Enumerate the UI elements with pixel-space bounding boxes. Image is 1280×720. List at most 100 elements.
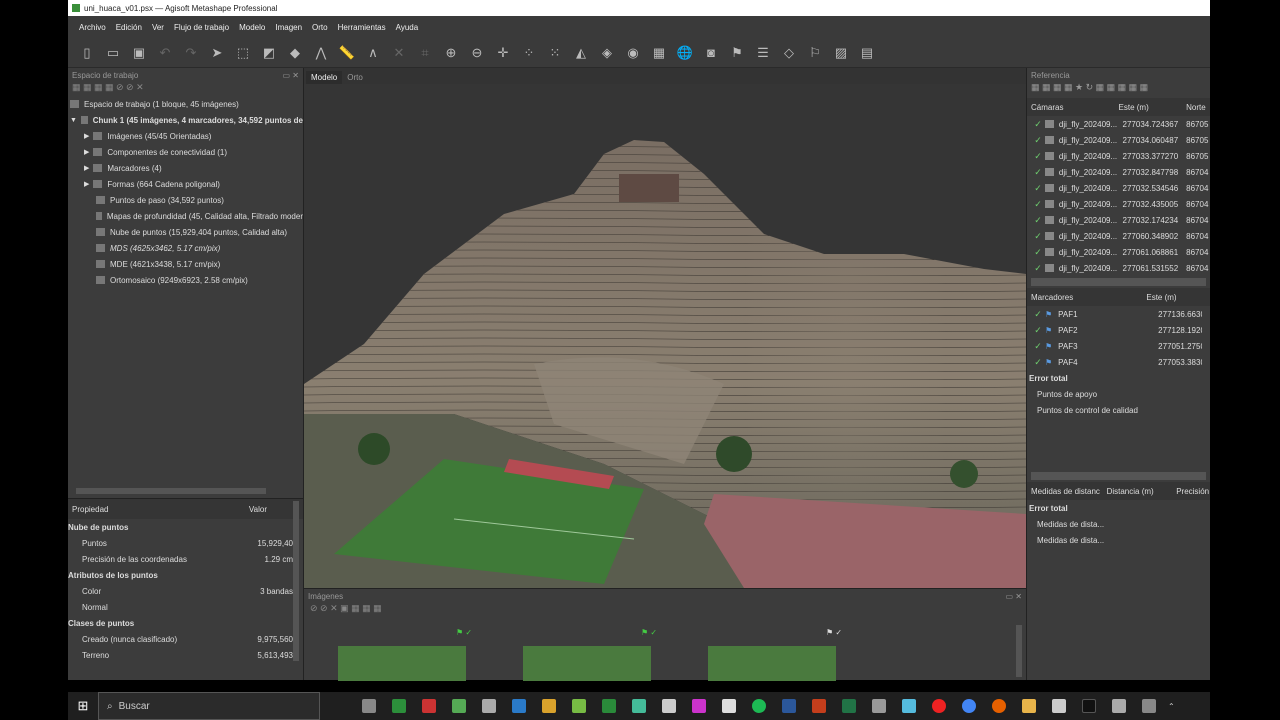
image-thumbnail[interactable] <box>523 646 651 681</box>
ruler-icon[interactable]: 📏 <box>338 44 356 62</box>
tree-item-componentes[interactable]: ▶ Componentes de conectividad (1) <box>70 144 303 160</box>
col-marcadores[interactable]: Marcadores <box>1027 293 1146 302</box>
markers-scrollbar[interactable] <box>1031 472 1206 480</box>
menu-edicion[interactable]: Edición <box>116 23 142 32</box>
camera-icon[interactable]: ◙ <box>702 44 720 62</box>
property-row[interactable]: Terreno 5,613,493 <box>68 647 303 663</box>
menu-imagen[interactable]: Imagen <box>275 23 302 32</box>
windows-start-icon[interactable]: ⊞ <box>68 698 98 714</box>
col-distancia[interactable]: Distancia (m) <box>1107 487 1177 496</box>
line-tool-icon[interactable]: ∧ <box>364 44 382 62</box>
check-icon[interactable]: ✓ <box>1031 135 1045 146</box>
property-row[interactable]: Atributos de los puntos <box>68 567 303 583</box>
tab-orto[interactable]: Orto <box>342 71 368 84</box>
app-icon[interactable] <box>1142 699 1156 713</box>
opera-icon[interactable] <box>932 699 946 713</box>
tree-item-puntos-de-paso[interactable]: Puntos de paso (34,592 puntos) <box>70 192 303 208</box>
camera-row[interactable]: ✓ dji_fly_202409... 277061.531552 86704 <box>1027 260 1210 276</box>
menu-ayuda[interactable]: Ayuda <box>396 23 419 32</box>
puntos-de-apoyo[interactable]: Puntos de apoyo <box>1027 386 1210 402</box>
tree-item-marcadores[interactable]: ▶ Marcadores (4) <box>70 160 303 176</box>
file-explorer-icon[interactable] <box>1022 699 1036 713</box>
camera-row[interactable]: ✓ dji_fly_202409... 277032.534546 86704 <box>1027 180 1210 196</box>
app-icon[interactable] <box>722 699 736 713</box>
shape-draw-icon[interactable]: ◩ <box>260 44 278 62</box>
tiled-model-icon[interactable]: ◈ <box>598 44 616 62</box>
distance-measure[interactable]: Medidas de dista... <box>1027 516 1210 532</box>
new-file-icon[interactable]: ▯ <box>78 44 96 62</box>
check-icon[interactable]: ✓ <box>1031 357 1045 368</box>
check-icon[interactable]: ✓ <box>1031 325 1045 336</box>
property-row[interactable]: Nube de puntos <box>68 519 303 535</box>
images-scrollbar[interactable] <box>1016 625 1022 677</box>
col-marker-este[interactable]: Este (m) <box>1146 293 1210 302</box>
app-icon[interactable] <box>392 699 406 713</box>
tiktok-icon[interactable] <box>1082 699 1096 713</box>
col-este[interactable]: Este (m) <box>1119 103 1187 112</box>
marker-pin-icon[interactable]: ⚑ <box>728 44 746 62</box>
properties-scrollbar[interactable] <box>293 501 299 661</box>
notepad-icon[interactable] <box>1052 699 1066 713</box>
excel-icon[interactable] <box>842 699 856 713</box>
word-icon[interactable] <box>782 699 796 713</box>
camera-row[interactable]: ✓ dji_fly_202409... 277060.348902 86704 <box>1027 228 1210 244</box>
menu-modelo[interactable]: Modelo <box>239 23 265 32</box>
panel-close-icon[interactable]: ▭ ✕ <box>283 71 299 80</box>
check-icon[interactable]: ✓ <box>1031 231 1045 242</box>
redo-icon[interactable]: ↷ <box>182 44 200 62</box>
check-icon[interactable]: ✓ <box>1031 167 1045 178</box>
app-icon[interactable] <box>482 699 496 713</box>
polyline-icon[interactable]: ⋀ <box>312 44 330 62</box>
tree-item-mds[interactable]: MDS (4625x3462, 5.17 cm/pix) <box>70 240 303 256</box>
col-precision[interactable]: Precisión <box>1176 487 1210 496</box>
tree-item-mde[interactable]: MDE (4621x3438, 5.17 cm/pix) <box>70 256 303 272</box>
texture-icon[interactable]: ◉ <box>624 44 642 62</box>
settings-icon[interactable] <box>362 699 376 713</box>
tab-modelo[interactable]: Modelo <box>306 71 343 84</box>
edge-icon[interactable] <box>512 699 526 713</box>
check-icon[interactable]: ✓ <box>1031 199 1045 210</box>
distance-measure[interactable]: Medidas de dista... <box>1027 532 1210 548</box>
undo-icon[interactable]: ↶ <box>156 44 174 62</box>
app-icon[interactable] <box>572 699 586 713</box>
menu-flujo-de-trabajo[interactable]: Flujo de trabajo <box>174 23 229 32</box>
check-icon[interactable]: ✓ <box>1031 341 1045 352</box>
spotify-icon[interactable] <box>752 699 766 713</box>
app-icon[interactable] <box>422 699 436 713</box>
app-icon[interactable] <box>902 699 916 713</box>
tie-points-icon[interactable]: ⁘ <box>520 44 538 62</box>
col-norte[interactable]: Norte <box>1186 103 1210 112</box>
app-icon[interactable] <box>602 699 616 713</box>
reset-view-icon[interactable]: ✛ <box>494 44 512 62</box>
camera-row[interactable]: ✓ dji_fly_202409... 277061.068861 86704 <box>1027 244 1210 260</box>
check-icon[interactable]: ✓ <box>1031 119 1045 130</box>
region-icon[interactable]: ▤ <box>858 44 876 62</box>
taskbar-search[interactable]: ⌕ Buscar <box>98 692 320 720</box>
camera-row[interactable]: ✓ dji_fly_202409... 277032.847798 86704 <box>1027 164 1210 180</box>
col-propiedad[interactable]: Propiedad <box>72 505 108 514</box>
puntos-de-control[interactable]: Puntos de control de calidad <box>1027 402 1210 418</box>
zoom-out-icon[interactable]: ⊖ <box>468 44 486 62</box>
app-icon[interactable] <box>662 699 676 713</box>
property-row[interactable]: Creado (nunca clasificado) 9,975,560 <box>68 631 303 647</box>
firefox-icon[interactable] <box>992 699 1006 713</box>
qgis-icon[interactable] <box>452 699 466 713</box>
powerpoint-icon[interactable] <box>812 699 826 713</box>
check-icon[interactable]: ✓ <box>1031 263 1045 274</box>
marker-row[interactable]: ✓⚑ PAF4 277053.38300 <box>1027 354 1210 370</box>
image-thumbnail[interactable] <box>708 646 836 681</box>
check-icon[interactable]: ✓ <box>1031 247 1045 258</box>
open-folder-icon[interactable]: ▭ <box>104 44 122 62</box>
calculator-icon[interactable] <box>872 699 886 713</box>
check-icon[interactable]: ✓ <box>1031 215 1045 226</box>
camera-row[interactable]: ✓ dji_fly_202409... 277033.377270 86705 <box>1027 148 1210 164</box>
property-row[interactable]: Clases de puntos <box>68 615 303 631</box>
menu-herramientas[interactable]: Herramientas <box>338 23 386 32</box>
menu-orto[interactable]: Orto <box>312 23 328 32</box>
menu-ver[interactable]: Ver <box>152 23 164 32</box>
col-medidas[interactable]: Medidas de distanc <box>1027 487 1107 496</box>
col-valor[interactable]: Valor <box>249 505 267 514</box>
chrome-icon[interactable] <box>962 699 976 713</box>
shapes-icon[interactable]: ◇ <box>780 44 798 62</box>
marker-row[interactable]: ✓⚑ PAF3 277051.27500 <box>1027 338 1210 354</box>
